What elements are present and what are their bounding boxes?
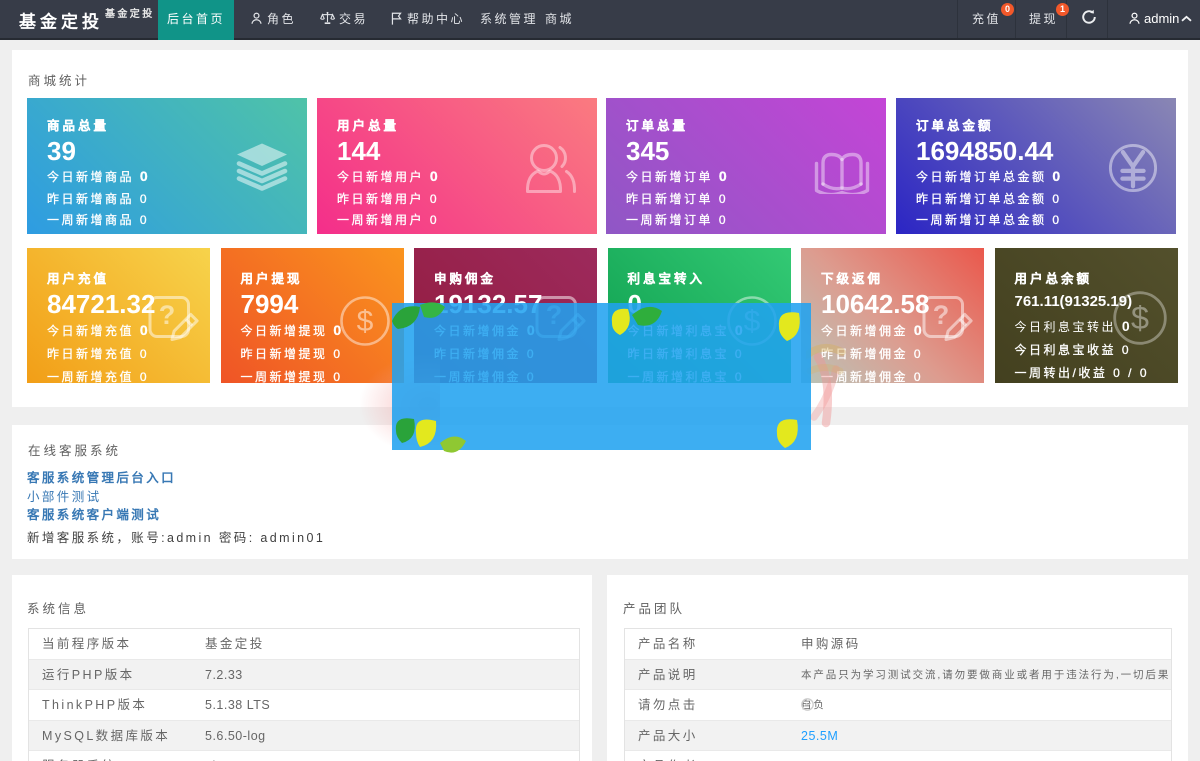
svg-text:$: $ bbox=[356, 305, 373, 338]
svg-text:$: $ bbox=[1131, 300, 1149, 336]
svg-text:?: ? bbox=[933, 300, 950, 330]
svg-text:?: ? bbox=[159, 300, 176, 330]
